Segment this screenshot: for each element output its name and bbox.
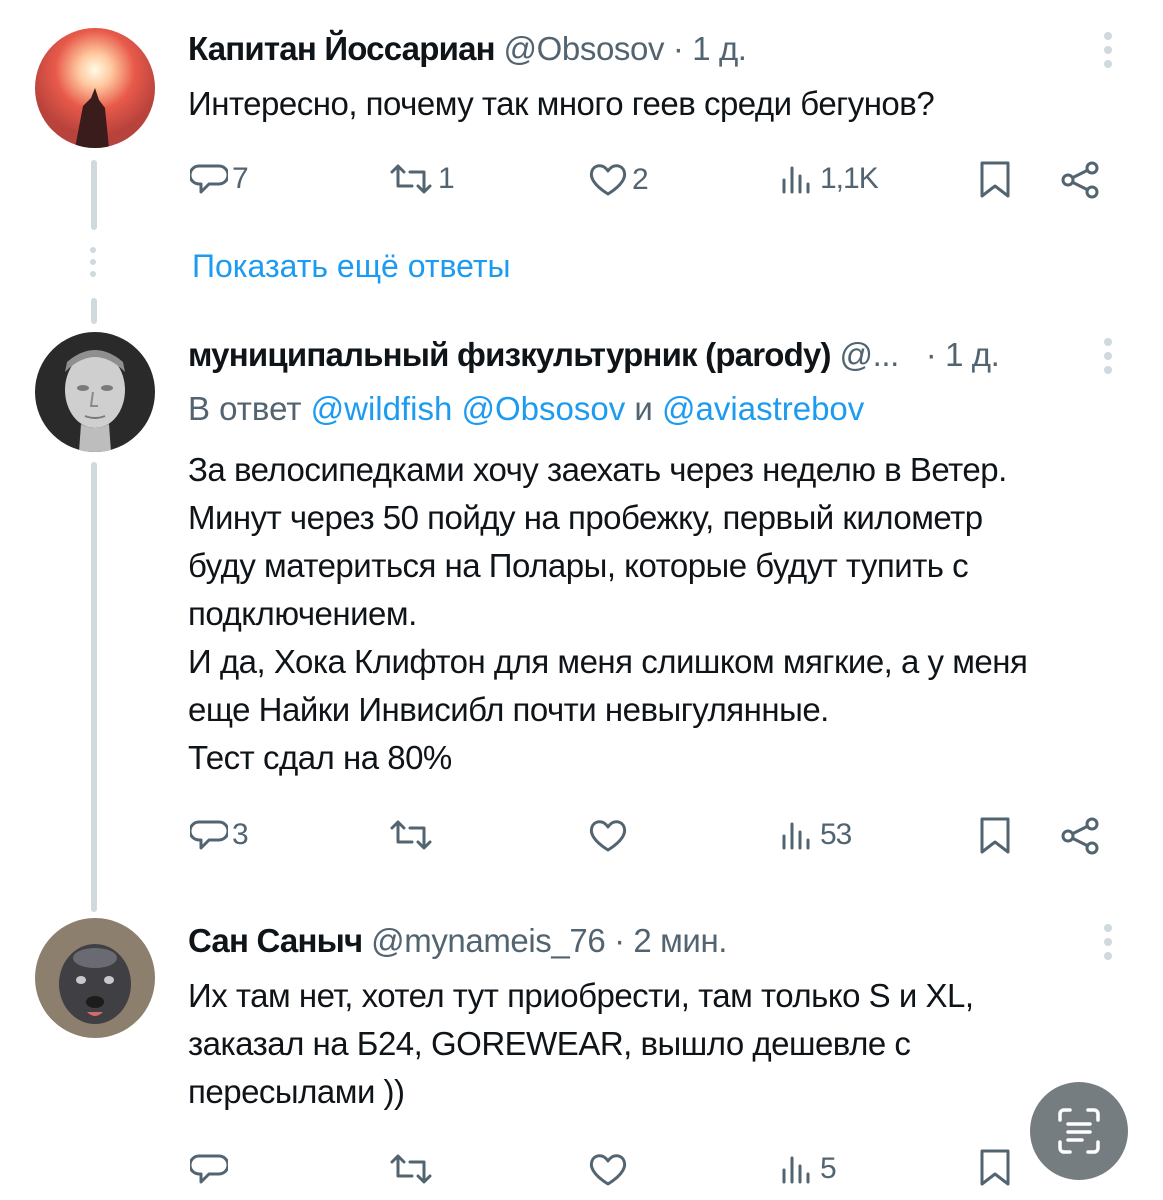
avatar[interactable] — [35, 332, 155, 452]
reply-and: и — [634, 390, 653, 427]
share-icon — [1061, 161, 1099, 199]
share-button[interactable] — [1060, 160, 1102, 200]
tweet-header: муниципальный физкультурник (parody) @..… — [188, 336, 1000, 374]
scan-text-icon — [1058, 1108, 1100, 1154]
avatar[interactable] — [35, 28, 155, 148]
bookmark-icon — [980, 817, 1010, 854]
bookmark-button[interactable] — [978, 160, 1012, 200]
tweet-text: Интересно, почему так много геев среди б… — [188, 85, 935, 122]
reply-button[interactable]: 3 — [190, 818, 249, 852]
more-options-icon[interactable] — [1103, 924, 1113, 966]
more-options-icon[interactable] — [1103, 32, 1113, 74]
like-count: 2 — [632, 163, 649, 196]
retweet-icon — [390, 164, 432, 194]
mention-link[interactable]: @Obsosov — [462, 390, 626, 427]
bookmark-icon — [980, 161, 1010, 198]
views-icon — [782, 822, 810, 850]
share-button[interactable] — [1060, 816, 1102, 856]
bookmark-button[interactable] — [978, 1148, 1012, 1188]
reply-button[interactable]: 7 — [190, 162, 249, 196]
mention-link[interactable]: @aviastrebov — [662, 390, 864, 427]
thread-dots — [86, 247, 100, 283]
retweet-icon — [390, 820, 432, 850]
retweet-button[interactable] — [388, 1152, 434, 1186]
author-name[interactable]: Капитан Йоссариан — [188, 30, 496, 67]
heart-icon — [589, 1154, 627, 1186]
views-icon — [782, 166, 810, 194]
views-button[interactable]: 5 — [780, 1152, 837, 1186]
share-icon — [1061, 817, 1099, 855]
retweet-button[interactable] — [388, 818, 434, 852]
reply-icon — [190, 1154, 228, 1184]
heart-icon — [589, 164, 627, 196]
views-button[interactable]: 53 — [780, 818, 852, 852]
like-button[interactable] — [588, 818, 628, 854]
reply-prefix: В ответ — [188, 390, 302, 427]
retweet-button[interactable]: 1 — [388, 162, 455, 196]
thread-line — [91, 298, 97, 324]
reply-count: 7 — [232, 162, 249, 195]
tweet-header: Капитан Йоссариан @Obsosov · 1 д. — [188, 30, 747, 68]
avatar[interactable] — [35, 918, 155, 1038]
views-icon — [782, 1156, 810, 1184]
reply-count: 3 — [232, 818, 249, 851]
reply-button[interactable] — [190, 1152, 228, 1186]
retweet-count: 1 — [438, 162, 455, 195]
views-button[interactable]: 1,1K — [780, 162, 879, 196]
like-button[interactable] — [588, 1152, 628, 1188]
reply-icon — [190, 820, 228, 850]
tweet-text: Их там нет, хотел тут приобрести, там то… — [188, 977, 974, 1110]
heart-icon — [589, 820, 627, 852]
tweet-time[interactable]: · 1 д. — [926, 336, 1000, 373]
author-handle[interactable]: @Obsosov — [504, 30, 665, 67]
tweet-text: За велосипедками хочу заехать через неде… — [188, 451, 1028, 776]
thread-line — [91, 160, 97, 230]
retweet-icon — [390, 1154, 432, 1184]
show-more-replies-link[interactable]: Показать ещё ответы — [192, 248, 511, 285]
view-count: 1,1K — [820, 162, 879, 195]
tweet-header: Сан Саныч @mynameis_76 · 2 мин. — [188, 922, 727, 960]
author-handle[interactable]: @mynameis_76 — [371, 922, 606, 959]
author-name[interactable]: Сан Саныч — [188, 922, 363, 959]
like-button[interactable]: 2 — [588, 162, 649, 198]
reply-context: В ответ @wildfish @Obsosov и @aviastrebo… — [188, 390, 864, 428]
bookmark-icon — [980, 1149, 1010, 1186]
tweet-time[interactable]: · 2 мин. — [614, 922, 727, 959]
scan-text-button[interactable] — [1030, 1082, 1128, 1180]
more-options-icon[interactable] — [1103, 338, 1113, 380]
bookmark-button[interactable] — [978, 816, 1012, 856]
tweet-time[interactable]: · 1 д. — [673, 30, 747, 67]
reply-icon — [190, 164, 228, 194]
view-count: 53 — [820, 818, 852, 851]
author-name[interactable]: муниципальный физкультурник (parody) — [188, 336, 832, 373]
mention-link[interactable]: @wildfish — [311, 390, 453, 427]
view-count: 5 — [820, 1152, 837, 1185]
thread-line — [91, 462, 97, 912]
author-handle[interactable]: @... — [840, 336, 900, 373]
